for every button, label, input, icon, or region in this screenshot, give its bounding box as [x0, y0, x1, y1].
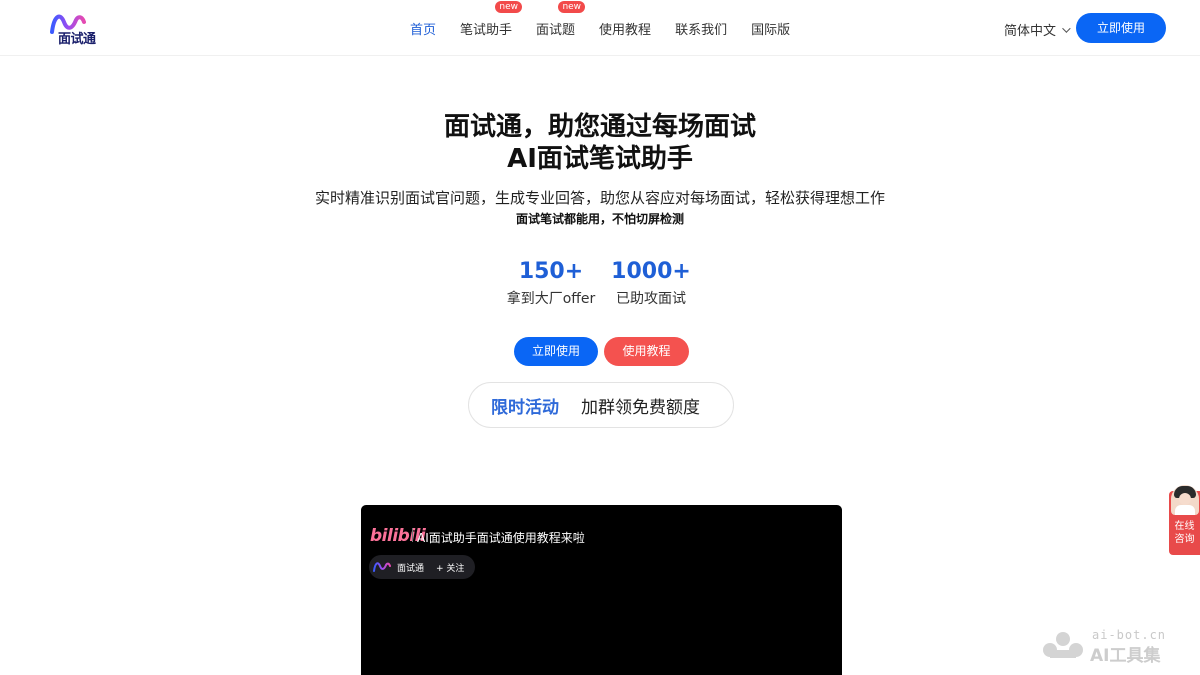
logo-text: 面试通 [58, 32, 96, 47]
nav-label: 使用教程 [599, 22, 652, 38]
stat-label: 拿到大厂offer [506, 291, 596, 307]
consultant-avatar [1171, 485, 1199, 515]
tutorial-button[interactable]: 使用教程 [604, 337, 689, 366]
promo-tag: 限时活动 [491, 397, 559, 418]
follow-button[interactable]: + 关注 [436, 561, 464, 574]
nav-item-international[interactable]: 国际版 [751, 19, 790, 38]
stat-value: 150+ [518, 259, 584, 284]
promo-banner[interactable]: 限时活动 加群领免费额度 [468, 382, 734, 428]
consult-line2: 咨询 [1174, 534, 1195, 545]
watermark-name: AI工具集 [1090, 646, 1161, 666]
top-header: 面试通 首页 笔试助手 new 面试题 new 使用教程 联系我们 国际版 简体… [0, 0, 1200, 56]
divider [412, 528, 413, 542]
nav-label: 联系我们 [675, 22, 728, 38]
nav-label: 面试题 [536, 22, 576, 38]
chevron-down-icon [1062, 23, 1071, 33]
main-nav: 首页 笔试助手 new 面试题 new 使用教程 联系我们 国际版 [410, 0, 814, 56]
hero-description-bold: 面试笔试都能用，不怕切屏检测 [515, 212, 684, 226]
watermark-url: ai-bot.cn [1092, 628, 1167, 642]
stat-interviews: 1000+ 已助攻面试 [610, 258, 692, 308]
new-badge: new [495, 0, 523, 13]
video-player[interactable]: bilibili AI面试助手面试通使用教程来啦 面试通 + 关注 [361, 505, 842, 675]
stat-value: 1000+ [611, 259, 691, 284]
video-title: AI面试助手面试通使用教程来啦 [417, 531, 585, 545]
nav-label: 笔试助手 [460, 22, 513, 38]
promo-text: 加群领免费额度 [581, 397, 700, 418]
hero-title-line2: AI面试笔试助手 [507, 144, 693, 174]
start-using-button[interactable]: 立即使用 [514, 337, 598, 366]
new-badge: new [558, 0, 586, 13]
site-logo[interactable]: 面试通 [48, 10, 108, 47]
online-consult-widget[interactable]: 在线 咨询 [1169, 485, 1200, 555]
language-label: 简体中文 [1004, 24, 1057, 39]
stat-label: 已助攻面试 [616, 291, 686, 307]
nav-item-contact[interactable]: 联系我们 [675, 19, 727, 38]
consult-label: 在线 咨询 [1169, 520, 1200, 546]
consult-line1: 在线 [1174, 521, 1195, 532]
channel-logo-icon [373, 562, 391, 572]
nav-item-home[interactable]: 首页 [410, 19, 436, 38]
channel-chip: 面试通 + 关注 [369, 555, 475, 579]
stat-offers: 150+ 拿到大厂offer [500, 258, 602, 308]
watermark-logo-icon [1043, 632, 1083, 658]
header-start-button[interactable]: 立即使用 [1076, 13, 1166, 43]
watermark: ai-bot.cn AI工具集 [1040, 626, 1190, 666]
nav-item-interview-questions[interactable]: 面试题 new [536, 0, 586, 38]
channel-name: 面试通 [397, 563, 425, 574]
language-selector[interactable]: 简体中文 [1004, 20, 1071, 39]
nav-item-tutorial[interactable]: 使用教程 [599, 19, 651, 38]
nav-label: 国际版 [751, 22, 791, 38]
nav-item-written-assistant[interactable]: 笔试助手 new [460, 0, 523, 38]
hero-description: 实时精准识别面试官问题，生成专业回答，助您从容应对每场面试，轻松获得理想工作 [314, 189, 885, 207]
nav-label: 首页 [410, 22, 437, 38]
